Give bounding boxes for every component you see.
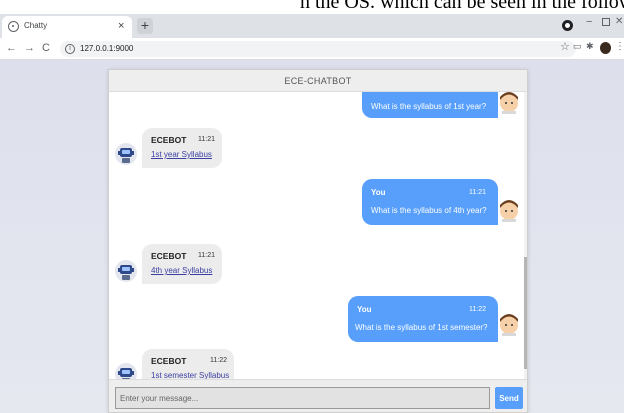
bot-name: ECEBOT bbox=[151, 356, 187, 366]
profile-avatar-icon[interactable] bbox=[600, 42, 611, 54]
window-maximize-button[interactable] bbox=[602, 18, 610, 26]
message-scrollbar[interactable] bbox=[524, 92, 527, 379]
incognito-profile-icon[interactable] bbox=[562, 20, 573, 31]
user-message-text: What is the syllabus of 1st year? bbox=[371, 102, 487, 111]
url-text[interactable]: 127.0.0.1:9000 bbox=[80, 44, 133, 53]
address-bar[interactable]: i 127.0.0.1:9000 bbox=[60, 41, 576, 57]
browser-toolbar: ← → C i 127.0.0.1:9000 ☆ ▭ ✱ ⋮ bbox=[0, 38, 624, 60]
syllabus-link[interactable]: 1st semester Syllabus bbox=[151, 371, 229, 379]
message-time: 11:22 bbox=[469, 306, 486, 313]
send-button[interactable]: Send bbox=[495, 387, 523, 409]
browser-tabbar: Chatty × + − ✕ bbox=[0, 14, 624, 38]
window-minimize-button[interactable]: − bbox=[586, 16, 592, 28]
syllabus-link[interactable]: 1st year Syllabus bbox=[151, 150, 212, 159]
caption-text: n the OS. which can be seen in the follo… bbox=[300, 0, 624, 13]
window-close-button[interactable]: ✕ bbox=[615, 16, 623, 27]
user-name: You bbox=[357, 305, 372, 314]
syllabus-link[interactable]: 4th year Syllabus bbox=[151, 266, 212, 275]
chat-header: ECE-CHATBOT bbox=[109, 70, 527, 92]
robot-avatar-icon bbox=[115, 363, 137, 379]
chat-window: ECE-CHATBOT What is the syllabus of 1st … bbox=[108, 69, 528, 413]
extension-icon[interactable]: ▭ bbox=[573, 41, 582, 52]
user-message-text: What is the syllabus of 1st semester? bbox=[355, 323, 488, 332]
message-time: 11:22 bbox=[210, 357, 227, 364]
user-name: You bbox=[371, 188, 386, 197]
message-time: 11:21 bbox=[469, 189, 486, 196]
bot-message-bubble: ECEBOT 11:21 4th year Syllabus bbox=[142, 244, 222, 284]
reload-icon[interactable]: C bbox=[42, 41, 50, 55]
robot-avatar-icon bbox=[115, 143, 137, 165]
chat-title: ECE-CHATBOT bbox=[284, 76, 352, 86]
page-viewport: ECE-CHATBOT What is the syllabus of 1st … bbox=[0, 60, 624, 413]
bot-name: ECEBOT bbox=[151, 135, 187, 145]
browser-tab[interactable]: Chatty × bbox=[2, 16, 132, 38]
forward-arrow-icon[interactable]: → bbox=[24, 41, 35, 55]
message-time: 11:21 bbox=[198, 252, 215, 259]
boy-avatar-icon bbox=[500, 92, 518, 114]
user-message-bubble: You 11:21 What is the syllabus of 4th ye… bbox=[362, 179, 498, 225]
back-arrow-icon[interactable]: ← bbox=[6, 41, 17, 55]
puzzle-extensions-icon[interactable]: ✱ bbox=[586, 41, 594, 52]
scrollbar-thumb[interactable] bbox=[524, 257, 527, 369]
bot-name: ECEBOT bbox=[151, 251, 187, 261]
message-time: 11:21 bbox=[198, 136, 215, 143]
robot-avatar-icon bbox=[115, 260, 137, 282]
user-message-bubble: What is the syllabus of 1st year? bbox=[362, 92, 498, 118]
tab-title: Chatty bbox=[24, 21, 48, 30]
document-caption-fragment: n the OS. which can be seen in the follo… bbox=[0, 0, 624, 14]
site-info-icon[interactable]: i bbox=[65, 44, 75, 54]
tab-close-icon[interactable]: × bbox=[118, 19, 124, 33]
chatty-favicon-icon bbox=[8, 21, 19, 32]
user-message-text: What is the syllabus of 4th year? bbox=[371, 206, 487, 215]
browser-menu-icon[interactable]: ⋮ bbox=[615, 41, 624, 52]
composer-area: Send bbox=[109, 379, 527, 412]
message-list[interactable]: What is the syllabus of 1st year? ECEBOT… bbox=[109, 92, 527, 379]
new-tab-button[interactable]: + bbox=[137, 18, 153, 34]
bot-message-bubble: ECEBOT 11:22 1st semester Syllabus bbox=[142, 349, 234, 379]
message-input[interactable] bbox=[115, 387, 490, 409]
boy-avatar-icon bbox=[500, 200, 518, 222]
boy-avatar-icon bbox=[500, 314, 518, 336]
bookmark-star-icon[interactable]: ☆ bbox=[560, 40, 570, 53]
bot-message-bubble: ECEBOT 11:21 1st year Syllabus bbox=[142, 128, 222, 168]
user-message-bubble: You 11:22 What is the syllabus of 1st se… bbox=[348, 296, 498, 342]
